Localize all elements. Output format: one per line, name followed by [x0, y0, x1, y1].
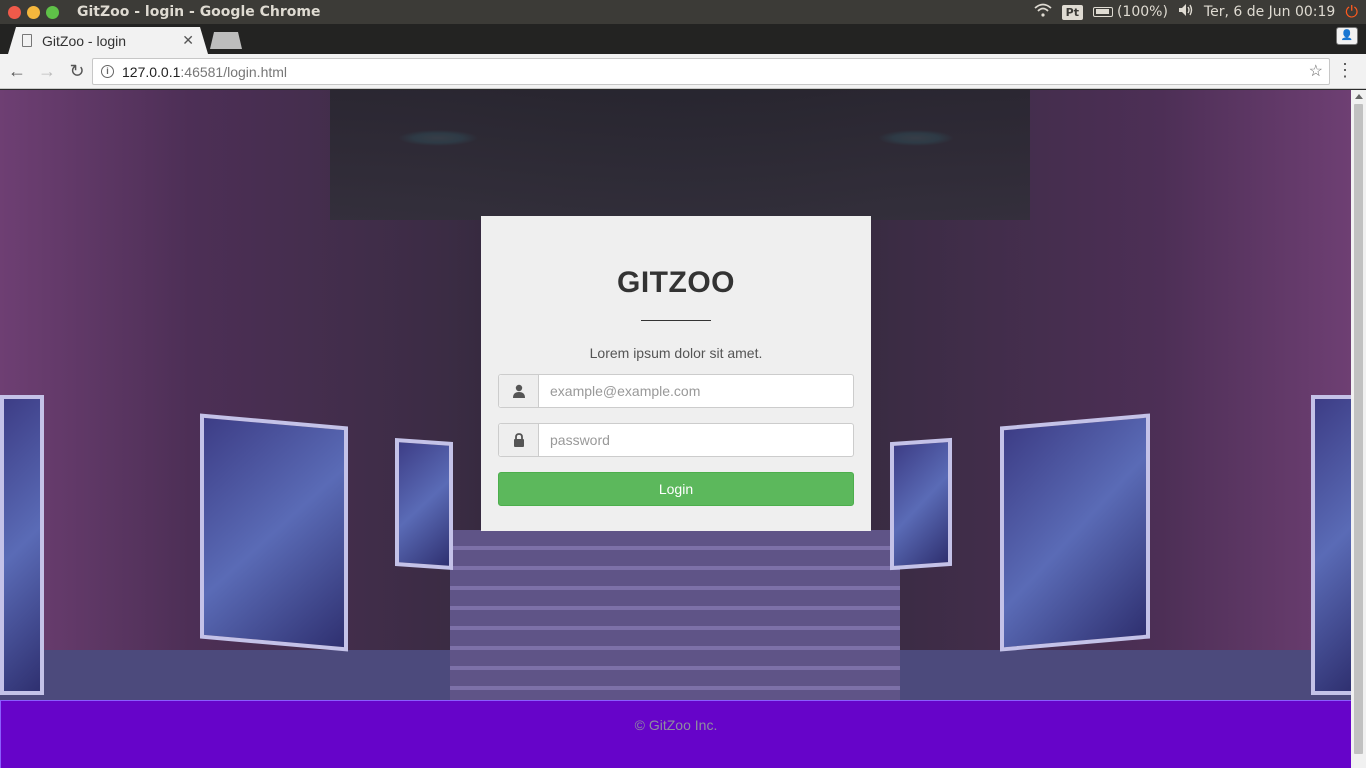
profile-icon[interactable]: 👤 [1336, 27, 1358, 45]
new-tab-button[interactable] [210, 32, 242, 49]
window-maximize-button[interactable] [46, 5, 59, 19]
scroll-up-arrow-icon[interactable] [1355, 94, 1363, 99]
window-controls [0, 5, 59, 19]
password-input-group [498, 423, 854, 457]
tab-strip: GitZoo - login ✕ 👤 [0, 24, 1366, 54]
background-poster-frame [395, 437, 453, 571]
tab-title: GitZoo - login [42, 32, 127, 49]
page-viewport: GITZOO Lorem ipsum dolor sit amet. Login… [0, 90, 1351, 768]
background-poster-frame [890, 437, 952, 571]
system-tray: Pt (100%) Ter, 6 de Jun 00:19 ⏻ [1034, 0, 1358, 24]
window-close-button[interactable] [8, 5, 21, 19]
reload-icon[interactable]: ↻ [64, 58, 90, 84]
page-scrollbar[interactable] [1351, 90, 1366, 768]
email-field[interactable] [539, 375, 853, 407]
page-icon [22, 34, 32, 47]
background-ceiling [330, 90, 1030, 220]
forward-icon[interactable]: → [34, 58, 60, 84]
site-info-icon[interactable]: i [101, 65, 114, 78]
title-divider [641, 320, 711, 321]
copyright-text: © GitZoo Inc. [634, 717, 718, 733]
login-button[interactable]: Login [498, 472, 854, 506]
tab-close-icon[interactable]: ✕ [182, 32, 194, 49]
lock-icon [499, 424, 539, 456]
background-poster-frame [200, 413, 348, 652]
bookmark-star-icon[interactable]: ☆ [1309, 61, 1323, 81]
back-icon[interactable]: ← [4, 58, 30, 84]
browser-toolbar: ← → ↻ i 127.0.0.1 :46581/login.html ☆ ⋮ [0, 54, 1366, 89]
page-footer: © GitZoo Inc. [0, 700, 1351, 768]
os-top-bar: GitZoo - login - Google Chrome Pt (100%)… [0, 0, 1366, 24]
user-icon [499, 375, 539, 407]
battery-icon [1092, 7, 1113, 17]
clock[interactable]: Ter, 6 de Jun 00:19 [1204, 4, 1335, 20]
background-poster-frame [1000, 413, 1150, 652]
login-subtitle: Lorem ipsum dolor sit amet. [589, 345, 763, 361]
window-title: GitZoo - login - Google Chrome [77, 4, 321, 20]
login-card: GITZOO Lorem ipsum dolor sit amet. Login [481, 216, 871, 531]
volume-icon[interactable] [1178, 3, 1194, 21]
browser-menu-icon[interactable]: ⋮ [1336, 60, 1354, 80]
background-poster-frame [0, 395, 44, 695]
battery-indicator[interactable]: (100%) [1092, 4, 1168, 20]
brand-title: GITZOO [617, 266, 735, 299]
keyboard-layout-indicator[interactable]: Pt [1061, 4, 1083, 20]
battery-percent: (100%) [1116, 4, 1168, 20]
tab-gitzoo-login[interactable]: GitZoo - login ✕ [8, 27, 208, 54]
url-path: :46581/login.html [180, 63, 288, 80]
scrollbar-thumb[interactable] [1354, 104, 1363, 754]
background-poster-frame [1311, 395, 1351, 695]
window-minimize-button[interactable] [27, 5, 40, 19]
address-bar[interactable]: i 127.0.0.1 :46581/login.html ☆ [92, 58, 1330, 85]
wifi-icon[interactable] [1034, 3, 1052, 21]
background-stairs [450, 530, 900, 700]
power-icon[interactable]: ⏻ [1345, 2, 1358, 22]
url-host: 127.0.0.1 [122, 63, 181, 80]
password-field[interactable] [539, 424, 853, 456]
email-input-group [498, 374, 854, 408]
